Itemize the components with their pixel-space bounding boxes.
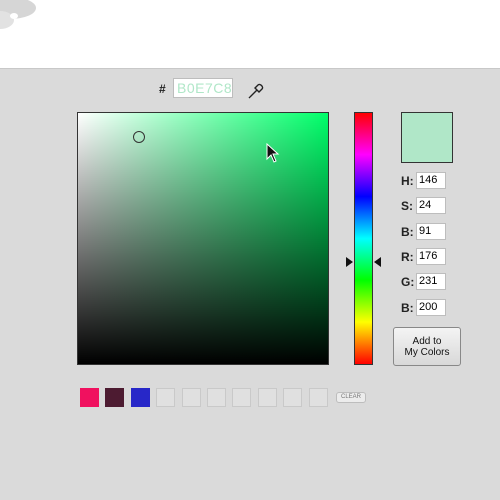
eyedropper-icon[interactable] xyxy=(247,82,265,100)
hue-handle-right-icon[interactable] xyxy=(374,257,381,267)
green-input[interactable]: 231 xyxy=(416,273,446,290)
add-button-line2: My Colors xyxy=(404,347,450,358)
hex-prefix-label: # xyxy=(159,82,166,96)
saved-color-swatch[interactable] xyxy=(309,388,328,407)
saturation-brightness-field[interactable] xyxy=(77,112,329,365)
saved-color-swatch[interactable] xyxy=(80,388,99,407)
green-label: G: xyxy=(401,275,415,289)
red-input[interactable]: 176 xyxy=(416,248,446,265)
blue-input[interactable]: 200 xyxy=(416,299,446,316)
color-preview-swatch xyxy=(401,112,453,163)
blue-label: B: xyxy=(401,301,414,315)
saturation-label: S: xyxy=(401,199,413,213)
red-label: R: xyxy=(401,250,414,264)
saved-color-swatch[interactable] xyxy=(283,388,302,407)
hue-input[interactable]: 146 xyxy=(416,172,446,189)
color-marker-ring[interactable] xyxy=(133,131,145,143)
clear-saved-colors-button[interactable]: CLEAR xyxy=(336,392,366,403)
hue-label: H: xyxy=(401,174,414,188)
hue-handle-left-icon[interactable] xyxy=(346,257,353,267)
site-logo-icon[interactable] xyxy=(0,0,42,34)
saved-color-swatch[interactable] xyxy=(156,388,175,407)
saved-color-swatch[interactable] xyxy=(232,388,251,407)
hex-input[interactable]: B0E7C8 xyxy=(173,78,233,98)
brightness-label: B: xyxy=(401,225,414,239)
add-button-line1: Add to xyxy=(412,336,442,347)
saturation-input[interactable]: 24 xyxy=(416,197,446,214)
top-bar xyxy=(0,0,500,69)
saved-color-swatch[interactable] xyxy=(258,388,277,407)
saved-color-swatch[interactable] xyxy=(207,388,226,407)
brightness-input[interactable]: 91 xyxy=(416,223,446,240)
saved-color-swatch[interactable] xyxy=(131,388,150,407)
mouse-pointer-icon xyxy=(266,143,280,163)
saved-color-swatch[interactable] xyxy=(182,388,201,407)
hue-slider[interactable] xyxy=(354,112,373,365)
saved-color-swatch[interactable] xyxy=(105,388,124,407)
add-to-my-colors-button[interactable]: Add to My Colors xyxy=(393,327,461,366)
